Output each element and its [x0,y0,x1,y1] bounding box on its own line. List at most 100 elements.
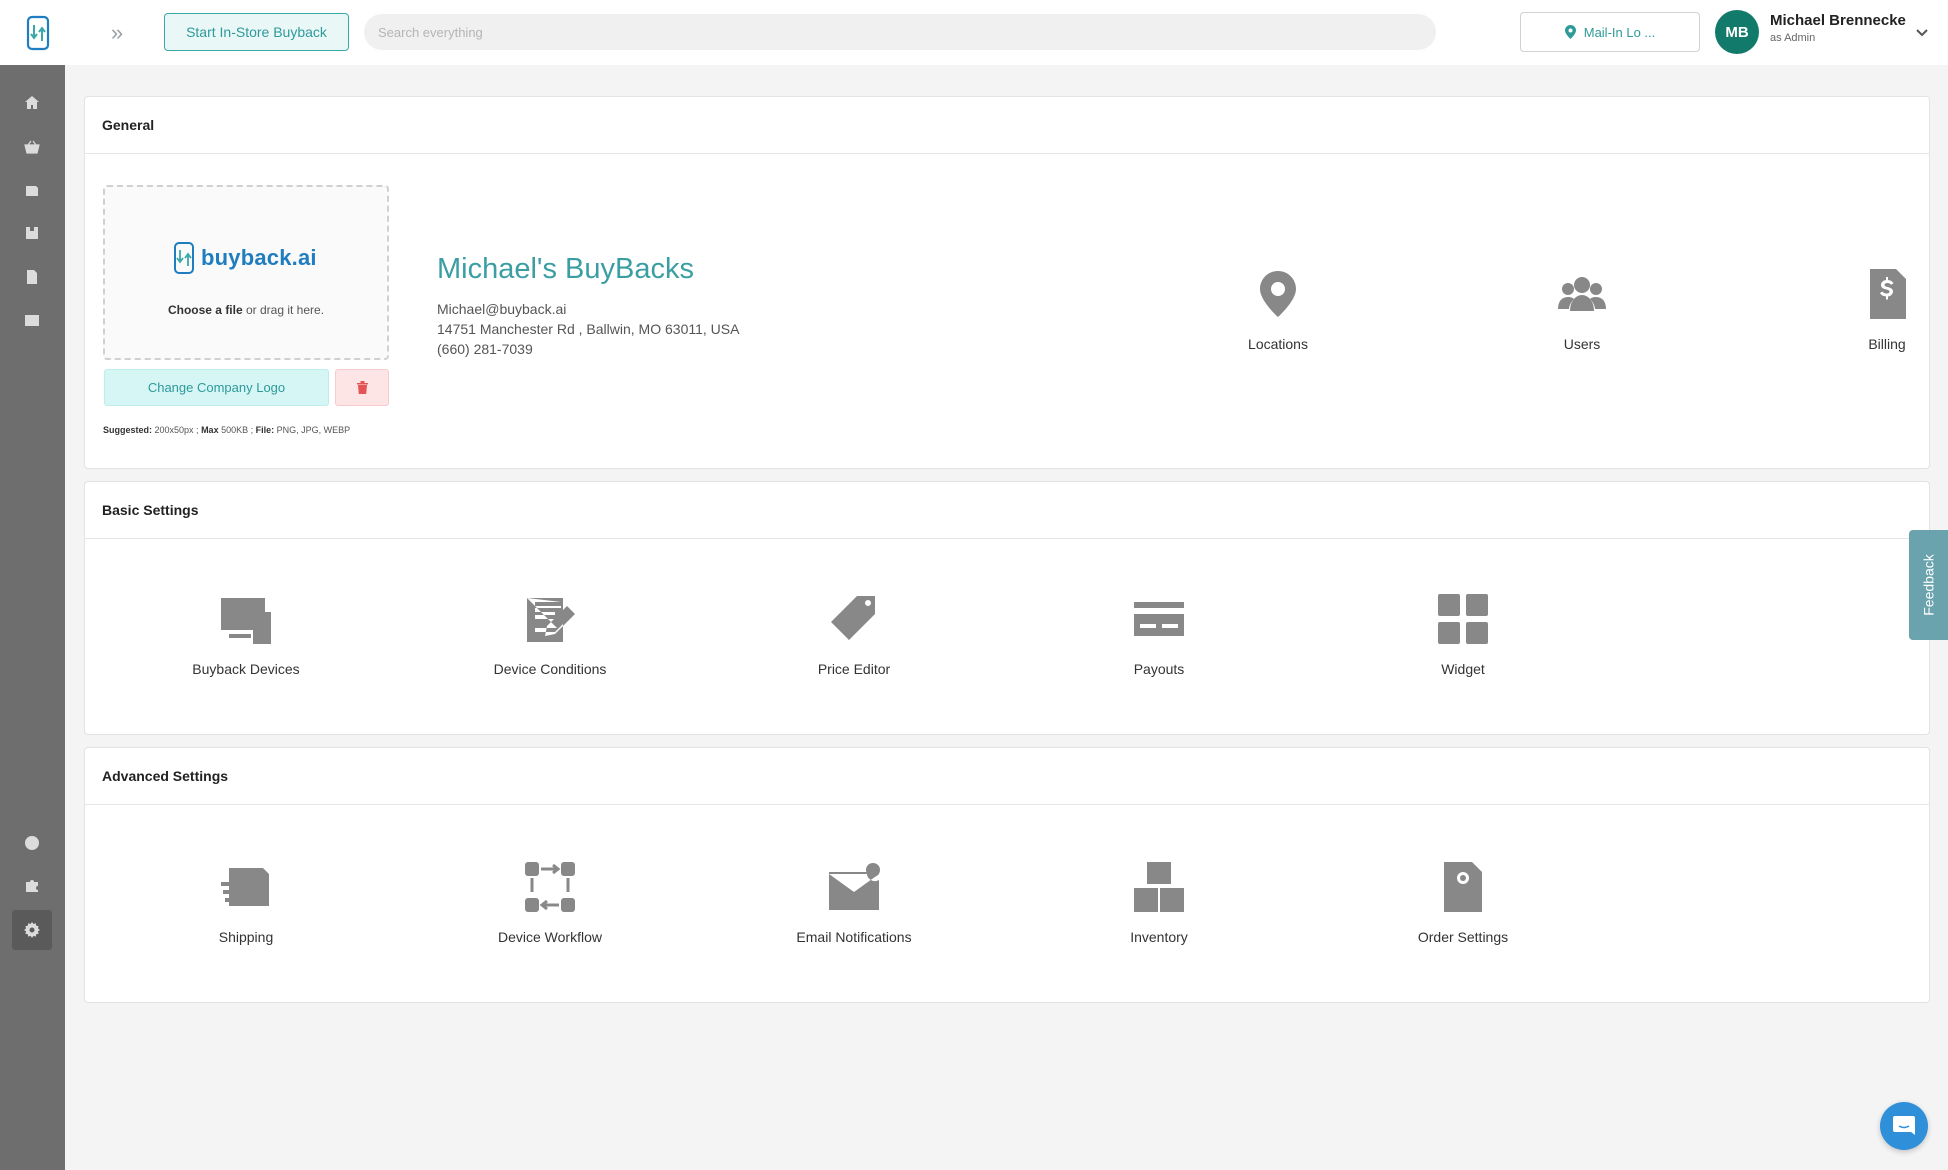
spec-file-value: PNG, JPG, WEBP [274,425,351,435]
tile-price-editor[interactable]: Price Editor [734,592,974,677]
box-icon [25,186,38,196]
trash-icon [356,381,368,394]
map-pin-icon [1564,25,1576,39]
spec-max-value: 500KB ; [218,425,256,435]
inventory-icon [1134,862,1184,912]
id-card-icon [25,315,39,326]
advanced-settings-title: Advanced Settings [85,748,1929,805]
billing-icon [1870,269,1906,319]
drop-hint: Choose a file or drag it here. [105,303,387,317]
feedback-tab[interactable]: Feedback [1909,530,1948,640]
archive-icon [26,227,38,239]
tile-device-conditions[interactable]: Device Conditions [430,592,670,677]
spec-suggested-value: 200x50px ; [152,425,202,435]
puzzle-icon [26,880,38,892]
logo-specs: Suggested: 200x50px ; Max 500KB ; File: … [103,425,350,435]
order-settings-icon [1444,862,1482,912]
sidebar-item-reports[interactable] [12,257,52,297]
sidebar-item-inventory[interactable] [12,213,52,253]
sidebar-item-shipments[interactable] [12,170,52,210]
home-icon [25,96,39,109]
tile-buyback-devices[interactable]: Buyback Devices [126,592,366,677]
tile-users[interactable]: Users [1462,267,1702,352]
top-bar: » Start In-Store Buyback Mail-In Lo ... … [0,0,1948,65]
tile-order-settings[interactable]: Order Settings [1343,860,1583,945]
tile-email-notifications[interactable]: Email Notifications [734,860,974,945]
tile-widget[interactable]: Widget [1343,592,1583,677]
user-name[interactable]: Michael Brennecke [1770,12,1906,29]
tile-users-label: Users [1563,336,1601,352]
sidebar-item-integrations[interactable] [12,866,52,906]
chat-icon [1893,1116,1915,1135]
sidebar-item-help[interactable] [12,823,52,863]
company-address: 14751 Manchester Rd , Ballwin, MO 63011,… [437,321,740,337]
tile-email-notifications-label: Email Notifications [796,929,912,945]
document-icon [27,270,37,284]
spec-max-label: Max [201,425,219,435]
general-card: General buyback.ai Choose a file or drag… [84,96,1930,469]
tile-device-workflow[interactable]: Device Workflow [430,860,670,945]
tile-buyback-devices-label: Buyback Devices [192,661,300,677]
sidebar [0,65,65,1170]
devices-icon [221,598,271,644]
tile-device-conditions-label: Device Conditions [493,661,607,677]
tile-order-settings-label: Order Settings [1417,929,1509,945]
tile-locations-label: Locations [1248,336,1308,352]
location-pin-icon [1260,271,1296,317]
tile-locations[interactable]: Locations [1158,267,1398,352]
sidebar-item-settings[interactable] [12,910,52,950]
company-phone: (660) 281-7039 [437,341,533,357]
sidebar-item-home[interactable] [12,83,52,123]
users-icon [1558,277,1606,311]
tile-inventory-label: Inventory [1130,929,1188,945]
drop-hint-bold[interactable]: Choose a file [168,303,243,317]
tile-billing-label: Billing [1868,336,1906,352]
company-name: Michael's BuyBacks [437,253,694,285]
chevron-down-icon[interactable] [1912,22,1932,42]
basic-settings-title: Basic Settings [85,482,1929,539]
logo-dropzone[interactable]: buyback.ai Choose a file or drag it here… [103,185,389,360]
advanced-settings-card: Advanced Settings Shipping Device Workfl… [84,747,1930,1003]
change-company-logo-button[interactable]: Change Company Logo [104,369,329,406]
feedback-label: Feedback [1920,554,1937,616]
spec-file-label: File: [255,425,275,435]
shipping-box-icon [221,868,269,906]
tile-payouts[interactable]: Payouts [1039,592,1279,677]
chat-button[interactable] [1880,1102,1928,1150]
tile-inventory[interactable]: Inventory [1039,860,1279,945]
company-email: Michael@buyback.ai [437,301,567,317]
tile-device-workflow-label: Device Workflow [498,929,602,945]
price-tag-icon [831,596,875,640]
basket-icon [24,140,40,154]
phone-logo-icon [26,15,50,50]
tile-price-editor-label: Price Editor [817,661,891,677]
edit-form-icon [527,598,575,642]
logo-wordmark: buyback.ai [201,245,317,270]
phone-logo-icon [174,242,194,274]
general-title: General [85,97,1929,154]
workflow-icon [525,862,575,912]
widget-grid-icon [1438,594,1488,644]
app-logo[interactable] [0,0,76,65]
location-selector-button[interactable]: Mail-In Lo ... [1520,12,1700,52]
sidebar-item-orders[interactable] [12,127,52,167]
start-in-store-buyback-button[interactable]: Start In-Store Buyback [164,13,349,51]
location-label: Mail-In Lo ... [1583,24,1656,40]
user-role: as Admin [1770,32,1816,44]
delete-logo-button[interactable] [335,369,389,406]
drop-hint-rest: or drag it here. [242,303,325,317]
sidebar-item-customers[interactable] [12,300,52,340]
tile-widget-label: Widget [1441,661,1485,677]
search-input[interactable] [364,14,1436,50]
tile-shipping[interactable]: Shipping [126,860,366,945]
expand-sidebar-icon[interactable]: » [102,18,132,48]
spec-suggested-label: Suggested: [103,425,153,435]
company-logo: buyback.ai [171,241,317,275]
basic-settings-card: Basic Settings Buyback Devices Device Co… [84,481,1930,735]
credit-card-icon [1134,602,1184,636]
tile-billing[interactable]: Billing [1767,267,1948,352]
avatar[interactable]: MB [1715,10,1759,54]
email-notification-icon [829,863,880,910]
help-icon [25,836,39,850]
settings-icon [24,922,40,938]
